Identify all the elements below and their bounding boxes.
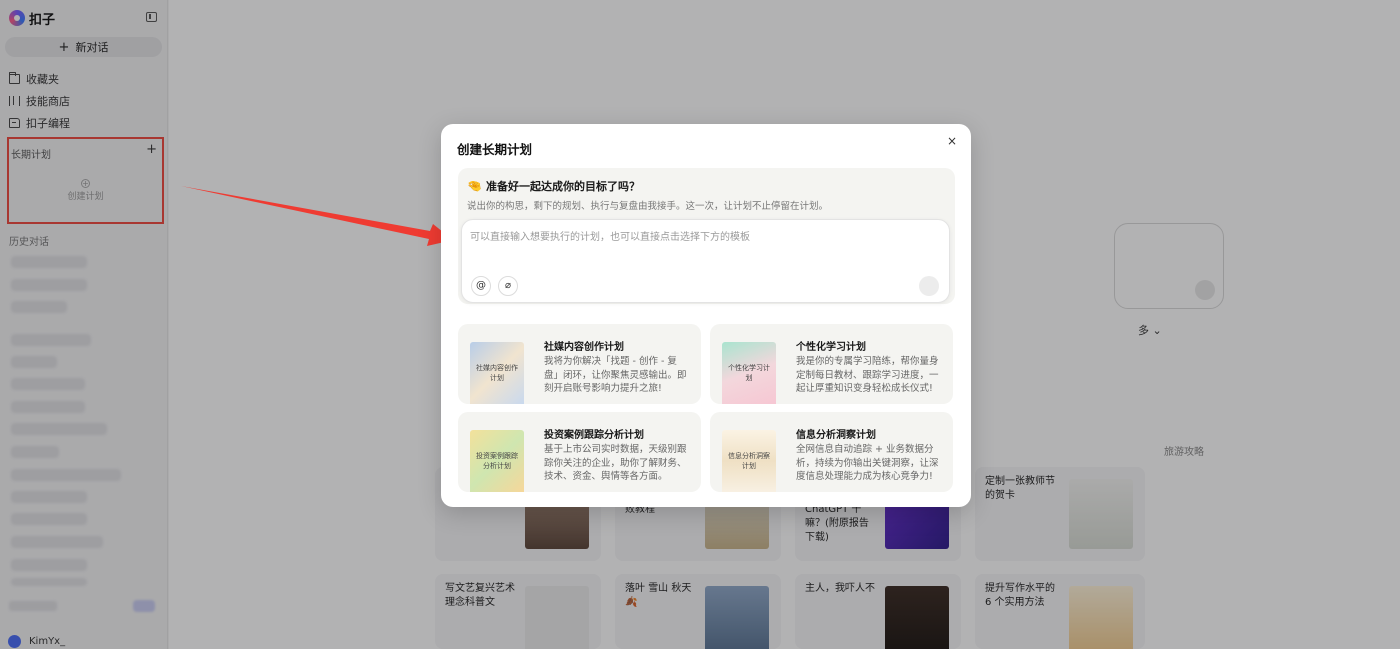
pinch-hand-icon: 🤏 (467, 179, 482, 193)
template-description: 我将为你解决「找题 - 创作 - 复盘」闭环，让你聚焦灵感输出。即刻开启账号影响… (544, 356, 687, 394)
at-mention-icon[interactable]: @ (471, 276, 491, 296)
template-description: 基于上市公司实时数据，天级别跟踪你关注的企业，助你了解财务、技术、资金、舆情等各… (544, 444, 687, 482)
modal-title: 创建长期计划 (457, 142, 533, 157)
plan-input-box: @ ⌀ (461, 219, 950, 303)
intro-heading: 🤏 准备好一起达成你的目标了吗？ (467, 178, 640, 194)
template-card-insight[interactable]: 信息分析洞察计划 信息分析洞察计划 全网信息自动追踪 + 业务数据分析，持续为你… (710, 412, 953, 492)
intro-subtitle: 说出你的构思，剩下的规划、执行与复盘由我接手。这一次，让计划不止停留在计划。 (467, 201, 829, 212)
close-icon[interactable]: × (944, 133, 960, 149)
intro-title: 准备好一起达成你的目标了吗？ (485, 180, 640, 193)
template-card-investment[interactable]: 投资案例跟踪分析计划 投资案例跟踪分析计划 基于上市公司实时数据，天级别跟踪你关… (458, 412, 701, 492)
template-title: 个性化学习计划 (796, 342, 866, 353)
template-thumbnail: 个性化学习计划 (722, 342, 776, 404)
plan-input[interactable] (470, 228, 940, 268)
template-thumbnail: 投资案例跟踪分析计划 (470, 430, 524, 492)
template-description: 全网信息自动追踪 + 业务数据分析，持续为你输出关键洞察，让深度信息处理能力成为… (796, 444, 939, 482)
template-card-learning[interactable]: 个性化学习计划 个性化学习计划 我是你的专属学习陪练，帮你量身定制每日教材、跟踪… (710, 324, 953, 404)
send-button[interactable] (919, 276, 939, 296)
template-title: 信息分析洞察计划 (796, 430, 876, 441)
template-card-social-media[interactable]: 社媒内容创作计划 社媒内容创作计划 我将为你解决「找题 - 创作 - 复盘」闭环… (458, 324, 701, 404)
template-thumbnail: 信息分析洞察计划 (722, 430, 776, 492)
create-plan-modal: 创建长期计划 × 🤏 准备好一起达成你的目标了吗？ 说出你的构思，剩下的规划、执… (441, 124, 971, 507)
template-title: 社媒内容创作计划 (544, 342, 624, 353)
attachment-icon[interactable]: ⌀ (498, 276, 518, 296)
template-title: 投资案例跟踪分析计划 (544, 430, 644, 441)
template-description: 我是你的专属学习陪练，帮你量身定制每日教材、跟踪学习进度，一起让厚重知识变身轻松… (796, 356, 939, 394)
template-thumbnail: 社媒内容创作计划 (470, 342, 524, 404)
